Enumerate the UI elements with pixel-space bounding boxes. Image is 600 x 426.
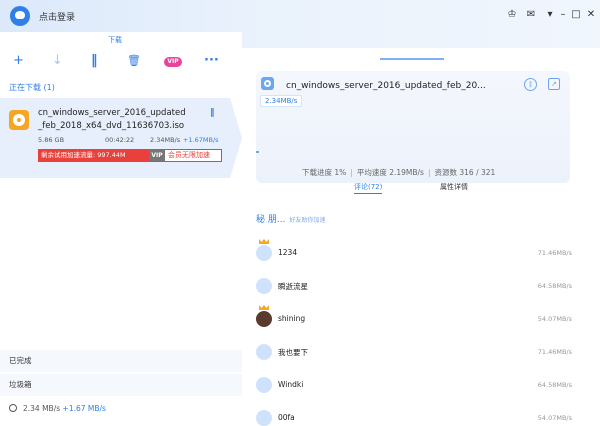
detail-tab-indicator	[380, 58, 444, 60]
trash-folder[interactable]: 垃圾箱	[0, 374, 242, 396]
iso-file-icon	[9, 110, 29, 130]
peer-speed: 71.46MB/s	[537, 249, 572, 257]
peer-row[interactable]: 瞬逝流星 64.58MB/s	[256, 278, 572, 298]
total-down-speed: 2.34 MB/s	[23, 404, 61, 413]
file-name: cn_windows_server_2016_updated_feb_2018_…	[38, 108, 186, 131]
peer-speed: 64.58MB/s	[537, 381, 572, 389]
task-title: cn_windows_server_2016_updated_feb_20...	[286, 81, 486, 91]
trash-icon[interactable]: 🗑	[127, 54, 141, 68]
avatar	[256, 245, 272, 261]
avatar	[256, 344, 272, 360]
download-item[interactable]: cn_windows_server_2016_updated_feb_2018_…	[0, 98, 242, 178]
peer-header-title: 秘 朋...	[256, 215, 286, 225]
item-pause-icon[interactable]: ‖	[210, 108, 215, 118]
peer-row[interactable]: Windki 64.58MB/s	[256, 377, 572, 397]
avatar	[256, 410, 272, 426]
peer-name: 1234	[278, 248, 298, 257]
total-boost-speed: +1.67 MB/s	[62, 404, 106, 413]
peer-speed: 54.07MB/s	[537, 315, 572, 323]
peer-name: 我也要下	[278, 348, 308, 357]
detail-panel: cn_windows_server_2016_updated_feb_20...…	[242, 48, 600, 426]
peer-row[interactable]: 00fa 54.07MB/s	[256, 410, 572, 426]
minimize-icon[interactable]: –	[557, 9, 569, 21]
gear-icon	[261, 77, 274, 90]
crown-icon	[259, 305, 269, 310]
arrow-down-icon[interactable]: ↓	[52, 54, 63, 68]
progress-label: 下载进度 1%	[302, 168, 347, 177]
avatar	[256, 311, 272, 327]
remaining-time: 00:42:22	[105, 136, 135, 144]
peer-header-sub: 好友助你加速	[289, 217, 326, 224]
login-link[interactable]: 点击登录	[39, 10, 75, 23]
total-speed: 2.34 MB/s +1.67 MB/s	[9, 404, 106, 413]
download-speed: 2.34MB/s	[150, 136, 181, 144]
trial-boost-text: 剩余试用加速流量: 997.44M	[38, 149, 148, 162]
peer-name: 瞬逝流星	[278, 282, 308, 291]
peer-row[interactable]: 我也要下 71.46MB/s	[256, 344, 572, 364]
task-detail-card: cn_windows_server_2016_updated_feb_20...…	[256, 71, 570, 183]
shirt-icon[interactable]: ♔	[506, 9, 518, 21]
peer-speed: 71.46MB/s	[537, 348, 572, 356]
peer-speed: 54.07MB/s	[537, 414, 572, 422]
peer-name: 00fa	[278, 413, 295, 422]
speed-tag: 2.34MB/s	[260, 95, 303, 107]
peer-name: shining	[278, 314, 306, 323]
peer-name: Windki	[278, 380, 304, 389]
close-icon[interactable]: ✕	[585, 9, 597, 21]
open-folder-icon[interactable]: ↗	[548, 78, 560, 90]
resource-label: 资源数 316 / 321	[434, 168, 496, 177]
boost-speed: +1.67MB/s	[183, 136, 219, 144]
vip-upgrade-button[interactable]: VIP 会员无限加速	[148, 149, 222, 162]
avatar	[256, 377, 272, 393]
peer-speed: 64.58MB/s	[537, 282, 572, 290]
progress-fill	[256, 151, 259, 153]
peer-header: 秘 朋... 好友助你加速	[256, 212, 325, 225]
menu-icon[interactable]: ▾	[544, 9, 556, 21]
pause-icon[interactable]: ‖	[91, 54, 98, 68]
download-panel: 下载 + ↓ ‖ 🗑 VIP ··· 正在下载 (1) cn_windows_s…	[0, 32, 242, 426]
tab-properties[interactable]: 属性详情	[440, 182, 468, 192]
detail-tabs: 评论(72) 属性详情	[354, 182, 504, 194]
vip-badge: VIP	[149, 150, 165, 161]
file-size: 5.86 GB	[38, 136, 65, 144]
vip-cta: 会员无限加速	[168, 151, 210, 159]
section-downloading[interactable]: 正在下载 (1)	[9, 82, 55, 93]
clock-icon	[9, 404, 17, 412]
avatar	[256, 278, 272, 294]
peer-row[interactable]: shining 54.07MB/s	[256, 305, 572, 331]
completed-folder[interactable]: 已完成	[0, 350, 242, 372]
add-icon[interactable]: +	[13, 54, 24, 68]
peer-row[interactable]: 1234 71.46MB/s	[256, 239, 572, 265]
download-toolbar: + ↓ ‖ 🗑 VIP ···	[0, 54, 242, 72]
more-icon[interactable]: ···	[204, 54, 219, 68]
task-pause-icon[interactable]: ‖	[524, 78, 537, 91]
tab-download[interactable]: 下载	[108, 35, 122, 45]
mail-icon[interactable]: ✉	[525, 9, 537, 21]
tab-comments[interactable]: 评论(72)	[354, 182, 383, 194]
progress-bar	[256, 151, 570, 153]
avg-speed-label: 平均速度 2.19MB/s	[356, 168, 424, 177]
vip-button[interactable]: VIP	[164, 57, 182, 67]
app-logo-icon	[10, 6, 30, 26]
crown-icon	[259, 239, 269, 244]
task-stats: 下载进度 1% | 平均速度 2.19MB/s | 资源数 316 / 321	[302, 168, 496, 177]
maximize-icon[interactable]: □	[570, 9, 582, 21]
